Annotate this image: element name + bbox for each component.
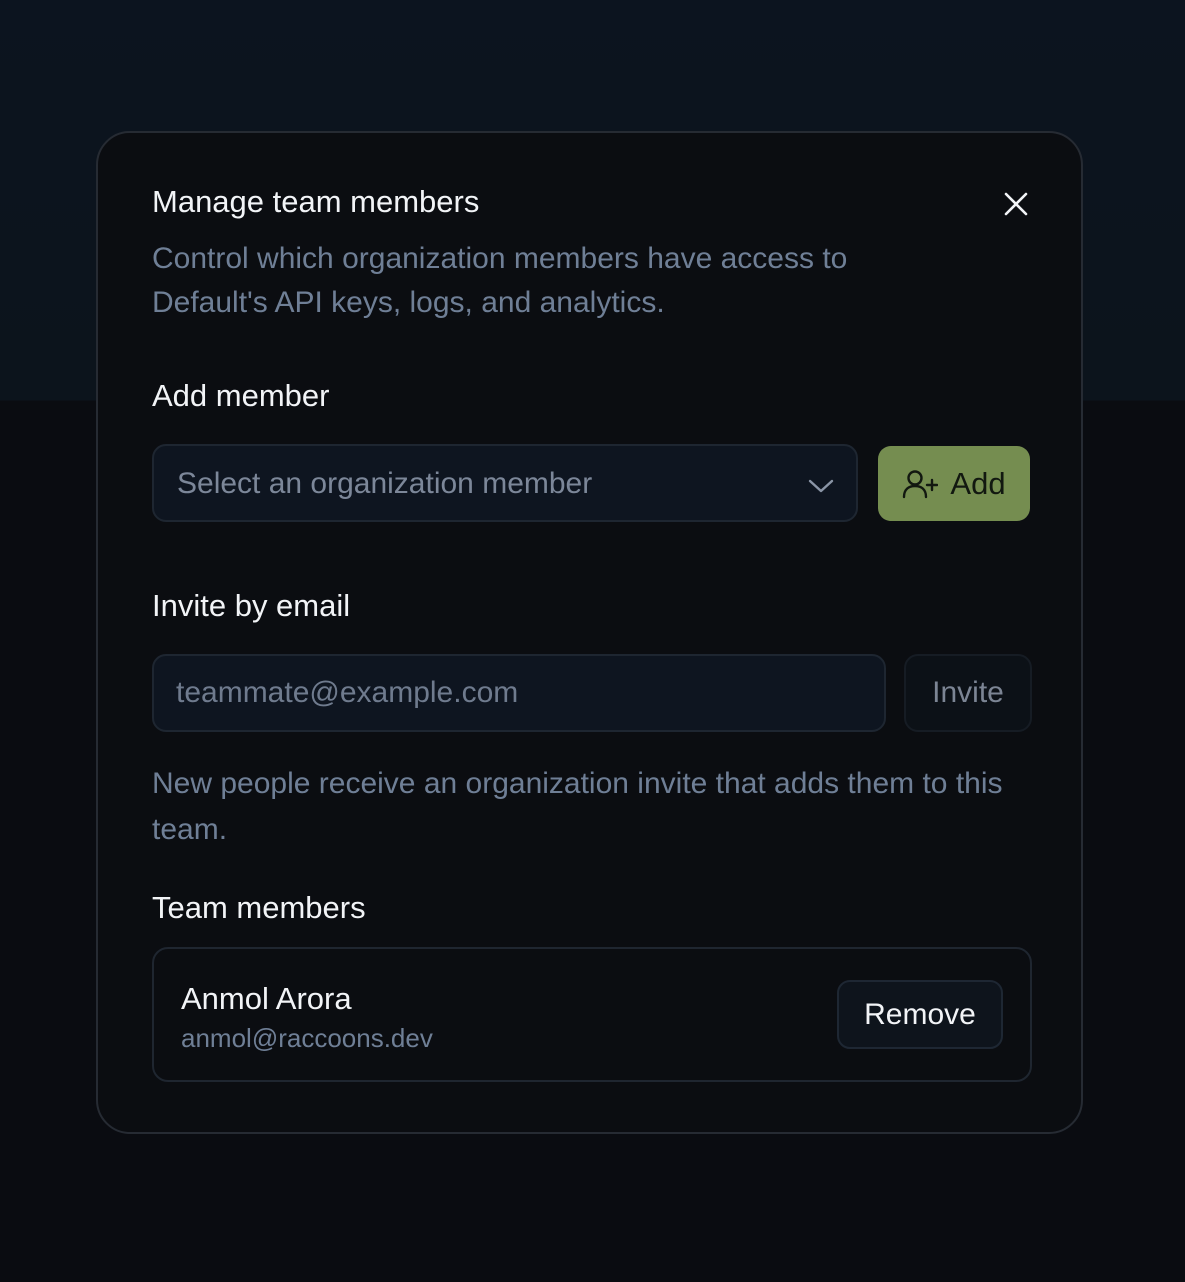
close-button[interactable] [996, 184, 1036, 224]
select-placeholder: Select an organization member [177, 467, 593, 500]
add-member-label: Add member [152, 378, 330, 413]
manage-team-dialog: Manage team members Control which organi… [96, 131, 1083, 1134]
team-members-label: Team members [152, 890, 366, 925]
invite-hint-text: New people receive an organization invit… [152, 767, 1003, 846]
add-button-label: Add [950, 465, 1006, 501]
member-name: Anmol Arora [181, 981, 352, 1016]
dialog-description: Control which organization members have … [152, 242, 848, 319]
invite-button[interactable]: Invite [904, 654, 1032, 732]
member-email: anmol@raccoons.dev [181, 1023, 433, 1053]
team-members-list: Anmol Arora anmol@raccoons.dev Remove [152, 947, 1032, 1082]
close-icon [1004, 192, 1028, 216]
user-plus-icon [903, 469, 939, 498]
organization-member-select[interactable]: Select an organization member [152, 444, 858, 522]
remove-member-button[interactable]: Remove [837, 980, 1003, 1049]
invite-by-email-label: Invite by email [152, 588, 351, 623]
invite-email-field[interactable] [152, 654, 886, 732]
dialog-title: Manage team members [152, 184, 480, 219]
add-member-button[interactable]: Add [878, 446, 1030, 521]
chevron-down-icon [806, 471, 836, 501]
